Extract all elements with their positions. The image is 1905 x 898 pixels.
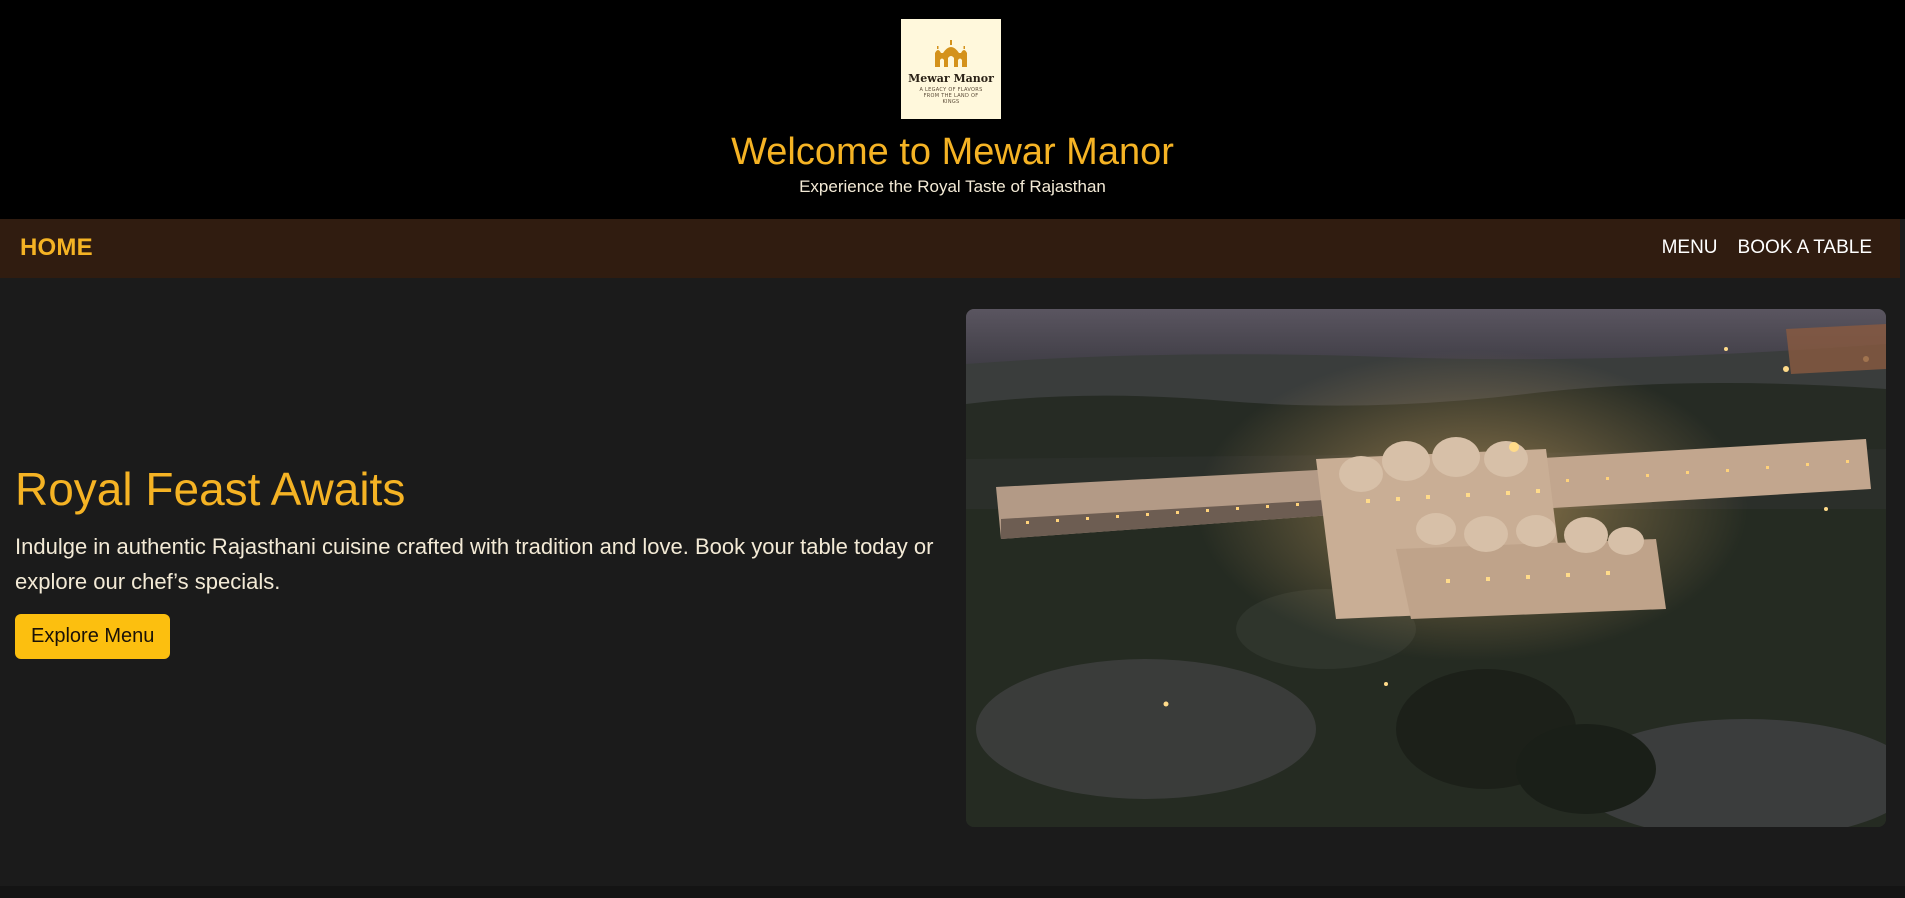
site-header: Mewar Manor A LEGACY OF FLAVORS FROM THE… [0,0,1905,219]
explore-menu-button[interactable]: Explore Menu [15,614,171,659]
hero-image [966,309,1886,827]
page-bottom-band [0,886,1905,898]
logo[interactable]: Mewar Manor A LEGACY OF FLAVORS FROM THE… [901,19,1001,119]
logo-name: Mewar Manor [908,72,994,85]
logo-tagline: A LEGACY OF FLAVORS FROM THE LAND OF KIN… [919,87,983,105]
hero-title: Royal Feast Awaits [15,463,406,515]
palace-icon [935,40,967,67]
hero-text: Royal Feast Awaits Indulge in authentic … [15,461,950,659]
navbar: HOME MENU BOOK A TABLE [0,219,1900,278]
site-subtitle: Experience the Royal Taste of Rajasthan [799,177,1106,196]
hero-section: Royal Feast Awaits Indulge in authentic … [0,278,1905,886]
nav-links: MENU BOOK A TABLE [1662,237,1872,259]
nav-menu-link[interactable]: MENU [1662,237,1718,259]
aerial-palace-photo [966,309,1886,827]
page: Mewar Manor A LEGACY OF FLAVORS FROM THE… [0,0,1905,898]
site-title: Welcome to Mewar Manor [731,131,1174,173]
hero-description: Indulge in authentic Rajasthani cuisine … [15,534,934,594]
nav-book-table-link[interactable]: BOOK A TABLE [1738,237,1872,259]
nav-home-link[interactable]: HOME [20,234,93,262]
